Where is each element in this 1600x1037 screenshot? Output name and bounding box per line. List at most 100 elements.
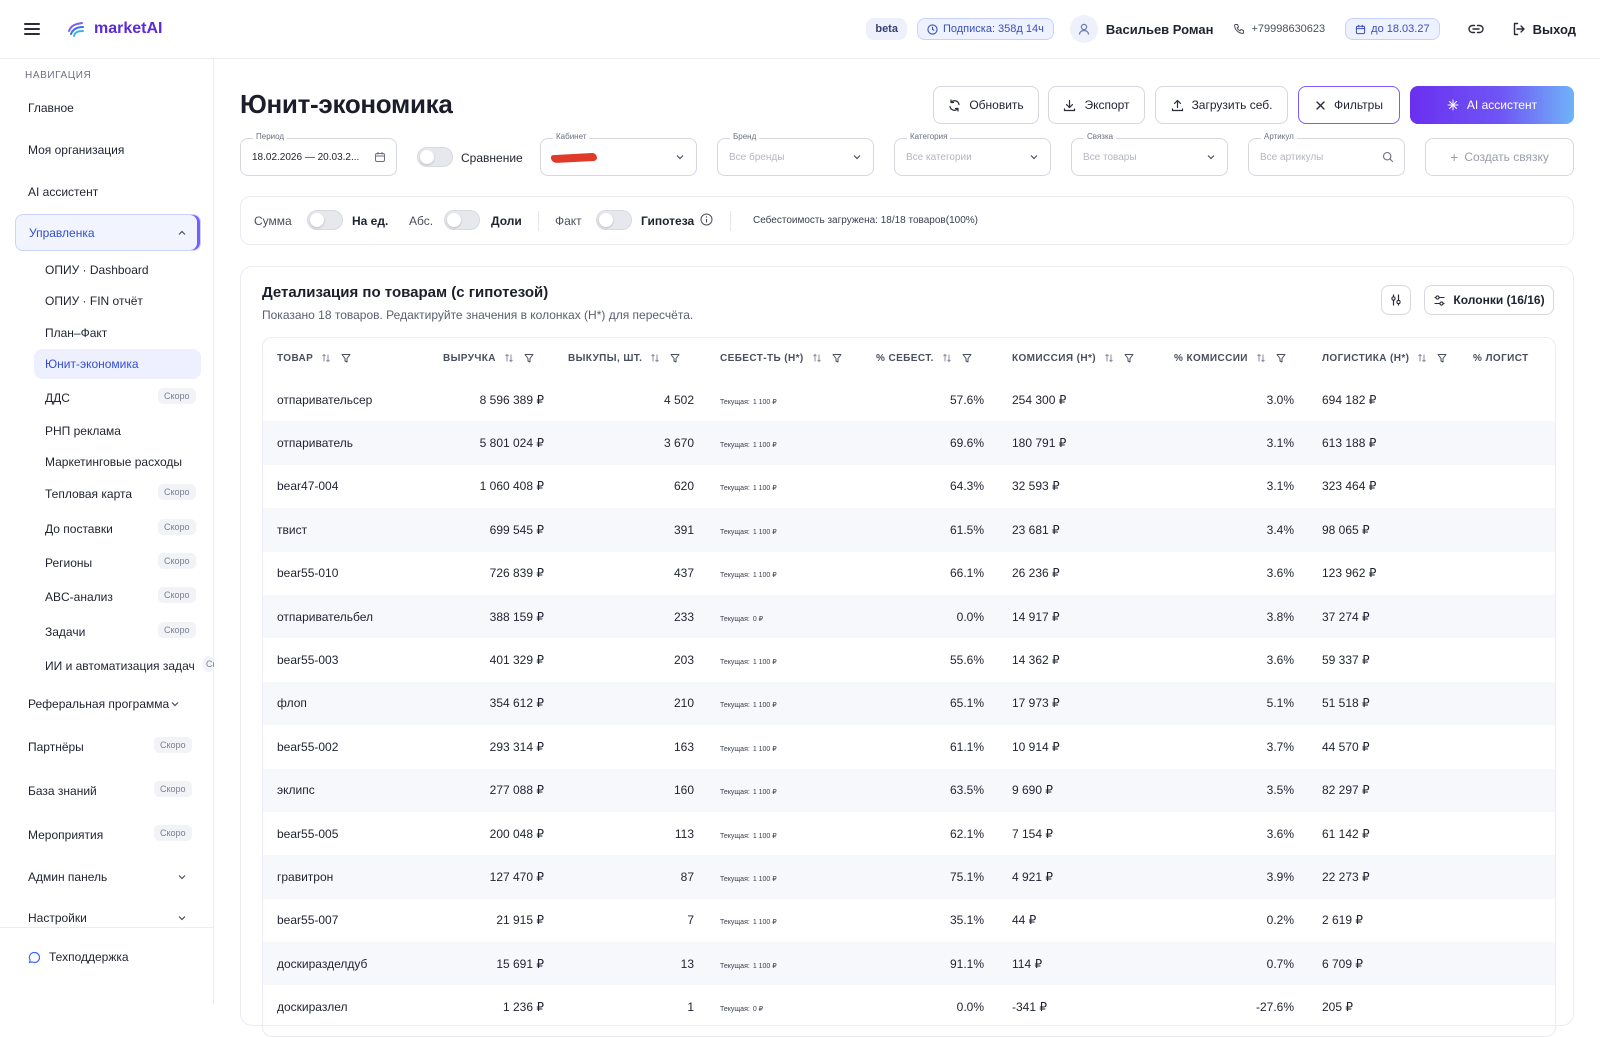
cell-logistics[interactable]: 123 962 ₽ — [1298, 552, 1463, 595]
link-select[interactable]: Связка Все товары — [1071, 132, 1228, 176]
cell-cost[interactable]: Текущая: 1 100 ₽ — [698, 899, 858, 942]
logo[interactable]: marketAI — [66, 19, 162, 39]
compare-toggle[interactable] — [417, 147, 453, 167]
table-row[interactable]: эклипс 277 088 ₽160 Текущая: 1 100 ₽63.5% 9 … — [263, 768, 1555, 812]
expiry-badge[interactable]: до 18.03.27 — [1345, 18, 1440, 40]
cell-cost[interactable]: Текущая: 1 100 ₽ — [698, 465, 858, 508]
filters-button[interactable]: Фильтры — [1298, 86, 1400, 124]
table-row[interactable]: доскиразлел 1 236 ₽ 1 Текущая: 0 ₽ 0.0% -341 ₽… — [263, 985, 1555, 1028]
sidebar-item-marketing[interactable]: Маркетинговые расходы — [45, 455, 182, 469]
sidebar-item-opiu-dashboard[interactable]: ОПИУ · Dashboard — [45, 263, 149, 277]
subscription-badge[interactable]: Подписка: 358д 14ч — [916, 18, 1054, 40]
cell-cost[interactable]: Текущая: 1 100 ₽ — [698, 855, 858, 899]
cell-commission[interactable]: 17 973 ₽ — [988, 681, 1148, 726]
filter-icon[interactable] — [832, 353, 842, 363]
filter-icon[interactable] — [1124, 353, 1134, 363]
cell-commission[interactable]: 9 690 ₽ — [988, 768, 1148, 812]
columns-button[interactable]: Колонки (16/16) — [1424, 285, 1554, 315]
header-col-logistics-pct[interactable]: % ЛОГИСТ — [1463, 338, 1555, 378]
cell-cost[interactable]: Текущая: 0 ₽ — [698, 985, 858, 1028]
filter-icon[interactable] — [962, 353, 972, 363]
header-col-product[interactable]: ТОВАР — [263, 338, 423, 378]
table-row[interactable]: флоп 354 612 ₽210 Текущая: 1 100 ₽65.1% 17 9… — [263, 681, 1555, 726]
sort-icon[interactable] — [1256, 353, 1266, 363]
cell-logistics[interactable]: 613 188 ₽ — [1298, 421, 1463, 465]
header-col-logistics[interactable]: ЛОГИСТИКА (Н*) — [1298, 338, 1463, 378]
table-row[interactable]: bear47-004 1 060 408 ₽ 620 Текущая: 1 100 ₽ 6… — [263, 465, 1555, 508]
brand-select[interactable]: Бренд Все бренды — [717, 132, 874, 176]
logout-button[interactable]: Выход — [1512, 22, 1576, 37]
cell-cost[interactable]: Текущая: 1 100 ₽ — [698, 812, 858, 855]
support-link[interactable]: Техподдержка — [28, 950, 129, 964]
sidebar-item-partners[interactable]: Партнёры — [28, 740, 84, 754]
filter-icon[interactable] — [1437, 353, 1447, 363]
sidebar-item-opiu-fin[interactable]: ОПИУ · FIN отчёт — [45, 294, 143, 308]
cell-cost[interactable]: Текущая: 0 ₽ — [698, 594, 858, 639]
sort-icon[interactable] — [1104, 353, 1114, 363]
header-col-buyouts[interactable]: ВЫКУПЫ, ШТ. — [548, 338, 698, 378]
header-col-cost-pct[interactable]: % СЕБЕСТ. — [858, 338, 988, 378]
sidebar-item-ai-automation[interactable]: ИИ и автоматизация задач — [45, 659, 195, 673]
cell-commission[interactable]: 23 681 ₽ — [988, 508, 1148, 552]
cell-logistics[interactable]: 323 464 ₽ — [1298, 465, 1463, 508]
filter-icon[interactable] — [341, 353, 351, 363]
upload-cost-button[interactable]: Загрузить себ. — [1155, 86, 1288, 124]
sort-icon[interactable] — [1417, 353, 1427, 363]
cell-logistics[interactable]: 6 709 ₽ — [1298, 942, 1463, 986]
ai-assistant-button[interactable]: AI ассистент — [1410, 86, 1574, 124]
sidebar-item-regions[interactable]: Регионы — [45, 556, 92, 570]
table-row[interactable]: bear55-010 726 839 ₽ 437 Текущая: 1 100 ₽ 66.… — [263, 552, 1555, 595]
cell-commission[interactable]: 254 300 ₽ — [988, 378, 1148, 421]
sort-icon[interactable] — [321, 353, 331, 363]
sidebar-group-management[interactable]: Управленка — [15, 214, 201, 251]
cell-cost[interactable]: Текущая: 1 100 ₽ — [698, 681, 858, 726]
cell-cost[interactable]: Текущая: 1 100 ₽ — [698, 725, 858, 768]
sidebar-item-events[interactable]: Мероприятия — [28, 828, 103, 842]
sidebar-item-rnp[interactable]: РНП реклама — [45, 424, 121, 438]
cell-commission[interactable]: 44 ₽ — [988, 899, 1148, 942]
period-field[interactable]: Период 18.02.2026 — 20.03.2... — [240, 132, 397, 176]
table-row[interactable]: bear55-002 293 314 ₽ 163 Текущая: 1 100 ₽ 61.… — [263, 725, 1555, 768]
sidebar-item-heatmap[interactable]: Тепловая карта — [45, 487, 132, 501]
sidebar-item-admin[interactable]: Админ панель — [28, 870, 186, 884]
table-row[interactable]: отпариватель 5 801 024 ₽3 670 Текущая: 1 10… — [263, 421, 1555, 465]
sidebar-item-before-delivery[interactable]: До поставки — [45, 522, 113, 536]
sort-icon[interactable] — [504, 353, 514, 363]
cell-logistics[interactable]: 2 619 ₽ — [1298, 899, 1463, 942]
info-icon[interactable] — [700, 213, 713, 226]
table-row[interactable]: bear55-007 21 915 ₽ 7 Текущая: 1 100 ₽ 35.1% 4… — [263, 899, 1555, 942]
table-row[interactable]: bear55-003 401 329 ₽ 203 Текущая: 1 100 ₽ 55.… — [263, 638, 1555, 681]
cell-commission[interactable]: 32 593 ₽ — [988, 465, 1148, 508]
menu-icon[interactable] — [24, 23, 40, 35]
cell-commission[interactable]: 114 ₽ — [988, 942, 1148, 986]
sum-per-unit-toggle[interactable] — [307, 210, 343, 230]
cell-commission[interactable]: 7 154 ₽ — [988, 812, 1148, 855]
sidebar-item-settings[interactable]: Настройки — [28, 911, 186, 925]
filter-icon[interactable] — [1276, 353, 1286, 363]
sidebar-item-ai-assistant[interactable]: AI ассистент — [28, 185, 98, 199]
sidebar-item-tasks[interactable]: Задачи — [45, 625, 85, 639]
article-search[interactable]: Артикул Все артикулы — [1248, 132, 1405, 176]
header-col-cost[interactable]: СЕБЕСТ-ТЬ (Н*) — [698, 338, 858, 378]
abs-shares-toggle[interactable] — [444, 210, 480, 230]
cell-commission[interactable]: 14 362 ₽ — [988, 638, 1148, 681]
filter-icon[interactable] — [670, 353, 680, 363]
fact-hypothesis-toggle[interactable] — [596, 210, 632, 230]
table-row[interactable]: доскиразделдуб 15 691 ₽13 Текущая: 1 100 ₽9… — [263, 942, 1555, 986]
cell-commission[interactable]: 10 914 ₽ — [988, 725, 1148, 768]
cell-logistics[interactable]: 37 274 ₽ — [1298, 594, 1463, 639]
header-col-revenue[interactable]: ВЫРУЧКА — [423, 338, 548, 378]
refresh-button[interactable]: Обновить — [933, 86, 1039, 124]
cell-logistics[interactable]: 59 337 ₽ — [1298, 638, 1463, 681]
sort-icon[interactable] — [942, 353, 952, 363]
user-profile[interactable]: Васильев Роман — [1069, 15, 1213, 43]
table-row[interactable]: твист 699 545 ₽391 Текущая: 1 100 ₽61.5% 23 … — [263, 508, 1555, 552]
table-row[interactable]: отпаривательсер 8 596 389 ₽ 4 502 Текущая: 1… — [263, 378, 1555, 421]
cabinet-select[interactable]: Кабинет — [540, 132, 697, 176]
table-row[interactable]: отпаривательбел 388 159 ₽233 Текущая: 0 ₽0.… — [263, 594, 1555, 639]
cell-cost[interactable]: Текущая: 1 100 ₽ — [698, 638, 858, 681]
export-button[interactable]: Экспорт — [1048, 86, 1145, 124]
sidebar-item-knowledge[interactable]: База знаний — [28, 784, 97, 798]
sidebar-item-dds[interactable]: ДДС — [45, 391, 70, 405]
cell-logistics[interactable]: 22 273 ₽ — [1298, 855, 1463, 899]
